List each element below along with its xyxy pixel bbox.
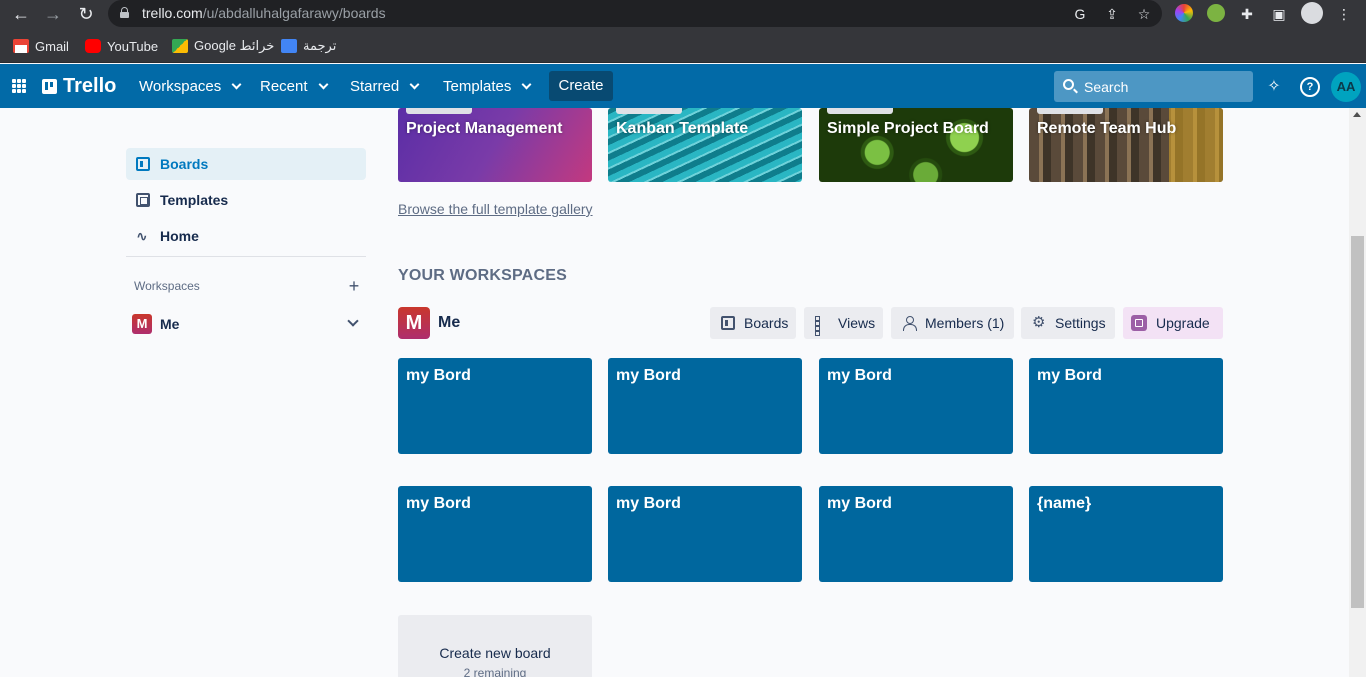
search-placeholder: Search [1084,79,1129,95]
browser-toolbar: ← → ↻ trello.com/u/abdalluhalgafarawy/bo… [0,0,1366,28]
bookmark-google-maps[interactable]: Google خرائط [172,37,274,55]
search-icon [1063,79,1074,90]
notification-rocket-icon[interactable]: ✧ [1264,77,1284,97]
template-card-kanban[interactable]: Kanban Template [608,108,802,182]
board-tile[interactable]: my Bord [398,358,592,454]
activity-icon: ∿ [136,228,148,244]
board-tile[interactable]: my Bord [398,486,592,582]
bookmark-gmail[interactable]: Gmail [13,37,69,55]
google-icon[interactable]: G [1070,4,1090,24]
chevron-down-icon [521,79,532,89]
sidepanel-icon[interactable]: ▣ [1269,4,1289,24]
chevron-down-icon [409,79,420,89]
sidebar-item-boards[interactable]: Boards [126,148,366,180]
template-badge [406,108,472,114]
puzzle-icon[interactable]: ✚ [1237,4,1257,24]
extension-color-icon[interactable] [1175,4,1193,22]
trello-header: Trello Workspaces Recent Starred Templat… [0,64,1366,108]
upgrade-icon [1131,315,1147,331]
board-icon [136,157,150,171]
template-card-project-management[interactable]: Project Management [398,108,592,182]
nav-templates[interactable]: Templates [437,72,536,100]
back-arrow-icon[interactable]: ← [9,2,33,26]
workspace-views-button[interactable]: Views [804,307,883,339]
sidebar-item-templates[interactable]: Templates [126,184,366,216]
url-text: trello.com/u/abdalluhalgafarawy/boards [142,5,386,21]
workspace-avatar: M [398,307,430,339]
browse-template-gallery-link[interactable]: Browse the full template gallery [398,201,593,217]
create-button[interactable]: Create [549,71,613,101]
star-icon[interactable]: ☆ [1134,4,1154,24]
template-badge [1037,108,1103,114]
kebab-menu-icon[interactable]: ⋮ [1334,4,1354,24]
your-workspaces-heading: YOUR WORKSPACES [398,267,567,284]
workspace-upgrade-button[interactable]: Upgrade [1123,307,1223,339]
sidebar-item-home[interactable]: ∿ Home [126,220,366,252]
create-new-board-tile[interactable]: Create new board 2 remaining [398,615,592,677]
youtube-icon [85,39,101,53]
bookmarks-bar: Gmail YouTube Google خرائط ترجمة [0,28,1366,63]
sidebar-workspace-me[interactable]: M Me [132,313,366,335]
lock-icon [120,7,129,18]
scrollbar-thumb[interactable] [1351,236,1364,608]
chevron-down-icon [231,79,242,89]
profile-avatar-icon[interactable] [1301,2,1323,24]
bookmark-translate[interactable]: ترجمة [281,37,336,55]
sidebar-divider [126,256,366,257]
user-avatar[interactable]: AA [1331,72,1361,102]
nav-recent[interactable]: Recent [254,72,333,100]
app-switcher-icon[interactable] [12,79,26,93]
board-tile[interactable]: my Bord [1029,358,1223,454]
chevron-down-icon [318,79,328,89]
search-input[interactable]: Search [1054,71,1253,102]
workspace-title: Me [438,314,461,331]
share-icon[interactable]: ⇪ [1102,4,1122,24]
help-icon[interactable]: ? [1300,77,1320,97]
board-tile[interactable]: {name} [1029,486,1223,582]
workspace-boards-button[interactable]: Boards [710,307,796,339]
forward-arrow-icon[interactable]: → [41,2,65,26]
reload-icon[interactable]: ↻ [74,2,98,26]
nav-workspaces[interactable]: Workspaces [133,72,246,100]
sidebar-workspaces-heading: Workspaces [134,279,200,293]
template-card-remote-team[interactable]: Remote Team Hub [1029,108,1223,182]
extension-green-icon[interactable] [1207,4,1225,22]
template-card-simple-project[interactable]: Simple Project Board [819,108,1013,182]
board-tile[interactable]: my Bord [608,486,802,582]
address-bar[interactable]: trello.com/u/abdalluhalgafarawy/boards G… [108,0,1162,27]
workspace-members-button[interactable]: Members (1) [891,307,1014,339]
trello-logo-icon [42,79,57,94]
workspace-name: Me [160,316,180,332]
add-workspace-plus-icon[interactable]: + [347,277,361,295]
person-icon [902,316,917,331]
workspace-settings-button[interactable]: ⚙ Settings [1021,307,1115,339]
board-icon [721,316,735,330]
bookmark-youtube[interactable]: YouTube [85,37,158,55]
gmail-icon [13,39,29,53]
board-tile[interactable]: my Bord [608,358,802,454]
translate-icon [281,39,297,53]
template-icon [136,193,150,207]
gear-icon: ⚙ [1032,314,1046,331]
scroll-up-arrow-icon[interactable] [1353,112,1361,117]
workspace-avatar: M [132,314,152,334]
board-tile[interactable]: my Bord [819,486,1013,582]
maps-icon [172,39,188,53]
template-badge [827,108,893,114]
template-badge [616,108,682,114]
nav-starred[interactable]: Starred [344,72,424,100]
chevron-down-icon[interactable] [347,315,359,327]
trello-logo[interactable]: Trello [42,75,116,98]
board-tile[interactable]: my Bord [819,358,1013,454]
grid-icon [815,316,829,336]
